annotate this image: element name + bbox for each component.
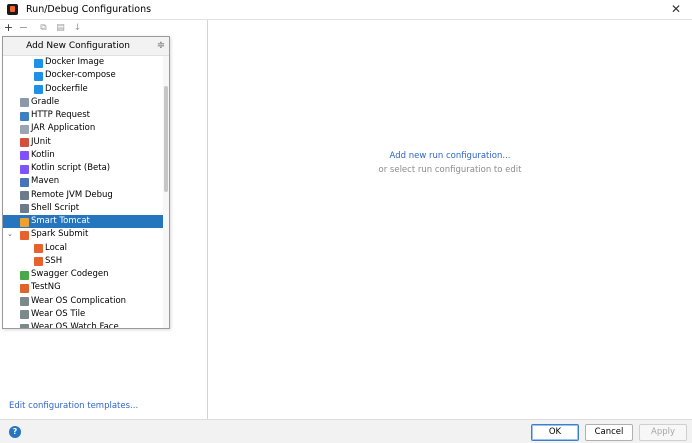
configuration-type-item[interactable]: HTTP Request — [3, 109, 163, 122]
configuration-type-label: Smart Tomcat — [31, 216, 90, 226]
configuration-type-label: Docker Image — [45, 57, 105, 67]
docker-icon — [34, 58, 43, 68]
configuration-type-item[interactable]: Local — [3, 242, 163, 255]
configurations-toolbar: + − ⧉ ▤ ↓ — [0, 20, 207, 36]
remote-debug-icon — [20, 191, 29, 200]
configuration-type-label: SSH — [45, 255, 63, 266]
gradle-icon — [20, 98, 29, 108]
configuration-type-item[interactable]: Docker Image — [3, 56, 163, 69]
remove-configuration-button[interactable]: − — [17, 20, 30, 36]
shell-script-icon — [20, 204, 29, 214]
configuration-type-item[interactable]: Kotlin — [3, 149, 163, 162]
configuration-type-label: JUnit — [31, 136, 51, 147]
select-configuration-hint: or select run configuration to edit — [378, 165, 522, 175]
configuration-type-label: Kotlin — [31, 149, 55, 160]
configuration-type-item[interactable]: JUnit — [3, 136, 163, 149]
kotlin-icon — [20, 151, 29, 161]
configuration-type-item[interactable]: TestNG — [3, 281, 163, 294]
maven-icon — [20, 177, 29, 187]
add-configuration-button[interactable]: + — [2, 20, 15, 36]
testng-icon — [20, 283, 29, 293]
configuration-type-item[interactable]: Smart Tomcat — [3, 215, 163, 229]
configuration-type-item[interactable]: Gradle — [3, 96, 163, 109]
configuration-type-item[interactable]: Swagger Codegen — [3, 268, 163, 281]
spark-icon — [34, 244, 43, 253]
help-icon[interactable]: ? — [9, 426, 21, 438]
configuration-type-label: Wear OS Tile — [31, 308, 86, 319]
configuration-type-item[interactable]: Kotlin script (Beta) — [3, 162, 163, 175]
apply-button[interactable]: Apply — [639, 424, 687, 441]
close-icon[interactable]: ✕ — [668, 1, 684, 17]
cancel-button[interactable]: Cancel — [585, 424, 633, 441]
docker-icon — [34, 85, 43, 94]
configuration-type-item[interactable]: JAR Application — [3, 122, 163, 135]
swagger-icon — [20, 270, 29, 280]
configuration-type-label: Gradle — [31, 96, 60, 107]
junit-icon — [20, 138, 29, 147]
configuration-type-item[interactable]: SSH — [3, 255, 163, 268]
docker-icon — [34, 71, 43, 81]
configuration-type-label: Swagger Codegen — [31, 269, 109, 279]
popup-title: Add New Configuration — [26, 41, 130, 51]
configuration-type-label: Local — [45, 242, 68, 253]
kotlin-script-icon — [20, 164, 29, 174]
configuration-type-item[interactable]: Wear OS Complication — [3, 295, 163, 308]
window-title: Run/Debug Configurations — [26, 4, 152, 15]
ok-button[interactable]: OK — [531, 424, 579, 441]
popup-header: Add New Configuration ≑ — [3, 37, 169, 56]
edit-configuration-templates-link[interactable]: Edit configuration templates... — [9, 401, 138, 411]
details-pane: Add new run configuration... or select r… — [208, 20, 692, 419]
configuration-type-label: Shell Script — [31, 202, 80, 213]
move-to-folder-button[interactable]: ▤ — [54, 20, 67, 36]
scrollbar-thumb[interactable] — [164, 86, 168, 192]
chevron-down-icon[interactable]: ⌄ — [7, 228, 13, 241]
dialog-button-bar: ? OK Cancel Apply — [0, 419, 692, 443]
add-new-run-configuration-link[interactable]: Add new run configuration... — [208, 151, 692, 161]
configuration-type-label: Dockerfile — [45, 83, 88, 94]
spark-icon — [20, 230, 29, 240]
collapse-all-icon[interactable]: ≑ — [156, 40, 166, 52]
configuration-type-label: Wear OS Watch Face — [31, 322, 119, 329]
configuration-type-item[interactable]: Maven — [3, 175, 163, 188]
add-new-configuration-popup: Add New Configuration ≑ Docker Image Dock… — [2, 36, 170, 329]
wear-os-icon — [20, 323, 29, 328]
popup-scrollbar[interactable] — [163, 56, 169, 328]
title-bar: Run/Debug Configurations ✕ — [0, 0, 692, 20]
configuration-type-label: TestNG — [31, 282, 61, 293]
configuration-type-label: Wear OS Complication — [31, 295, 127, 306]
copy-configuration-button[interactable]: ⧉ — [37, 20, 50, 36]
configuration-type-label: JAR Application — [31, 123, 96, 134]
spark-icon — [34, 257, 43, 267]
configuration-type-item[interactable]: Dockerfile — [3, 83, 163, 96]
configuration-type-list: Docker Image Docker-compose Dockerfile Grad… — [3, 56, 163, 329]
configuration-type-item[interactable]: Wear OS Watch Face — [3, 321, 163, 329]
intellij-app-icon — [7, 4, 18, 15]
configuration-type-item[interactable]: ⌄ Spark Submit — [3, 228, 163, 241]
tomcat-icon — [20, 217, 29, 227]
http-request-icon — [20, 111, 29, 121]
configuration-type-label: Docker-compose — [45, 70, 116, 81]
configuration-type-item[interactable]: Wear OS Tile — [3, 308, 163, 321]
configuration-type-label: Remote JVM Debug — [31, 189, 113, 200]
configuration-type-item[interactable]: Shell Script — [3, 202, 163, 215]
configuration-type-label: Spark Submit — [31, 229, 89, 240]
wear-os-icon — [20, 310, 29, 320]
configuration-type-item[interactable]: Remote JVM Debug — [3, 189, 163, 202]
jar-icon — [20, 124, 29, 134]
configuration-type-label: Maven — [31, 176, 60, 187]
wear-os-icon — [20, 297, 29, 306]
configuration-type-label: HTTP Request — [31, 110, 90, 120]
sort-configurations-button[interactable]: ↓ — [71, 20, 84, 36]
configuration-type-label: Kotlin script (Beta) — [31, 163, 111, 173]
configuration-type-item[interactable]: Docker-compose — [3, 69, 163, 82]
